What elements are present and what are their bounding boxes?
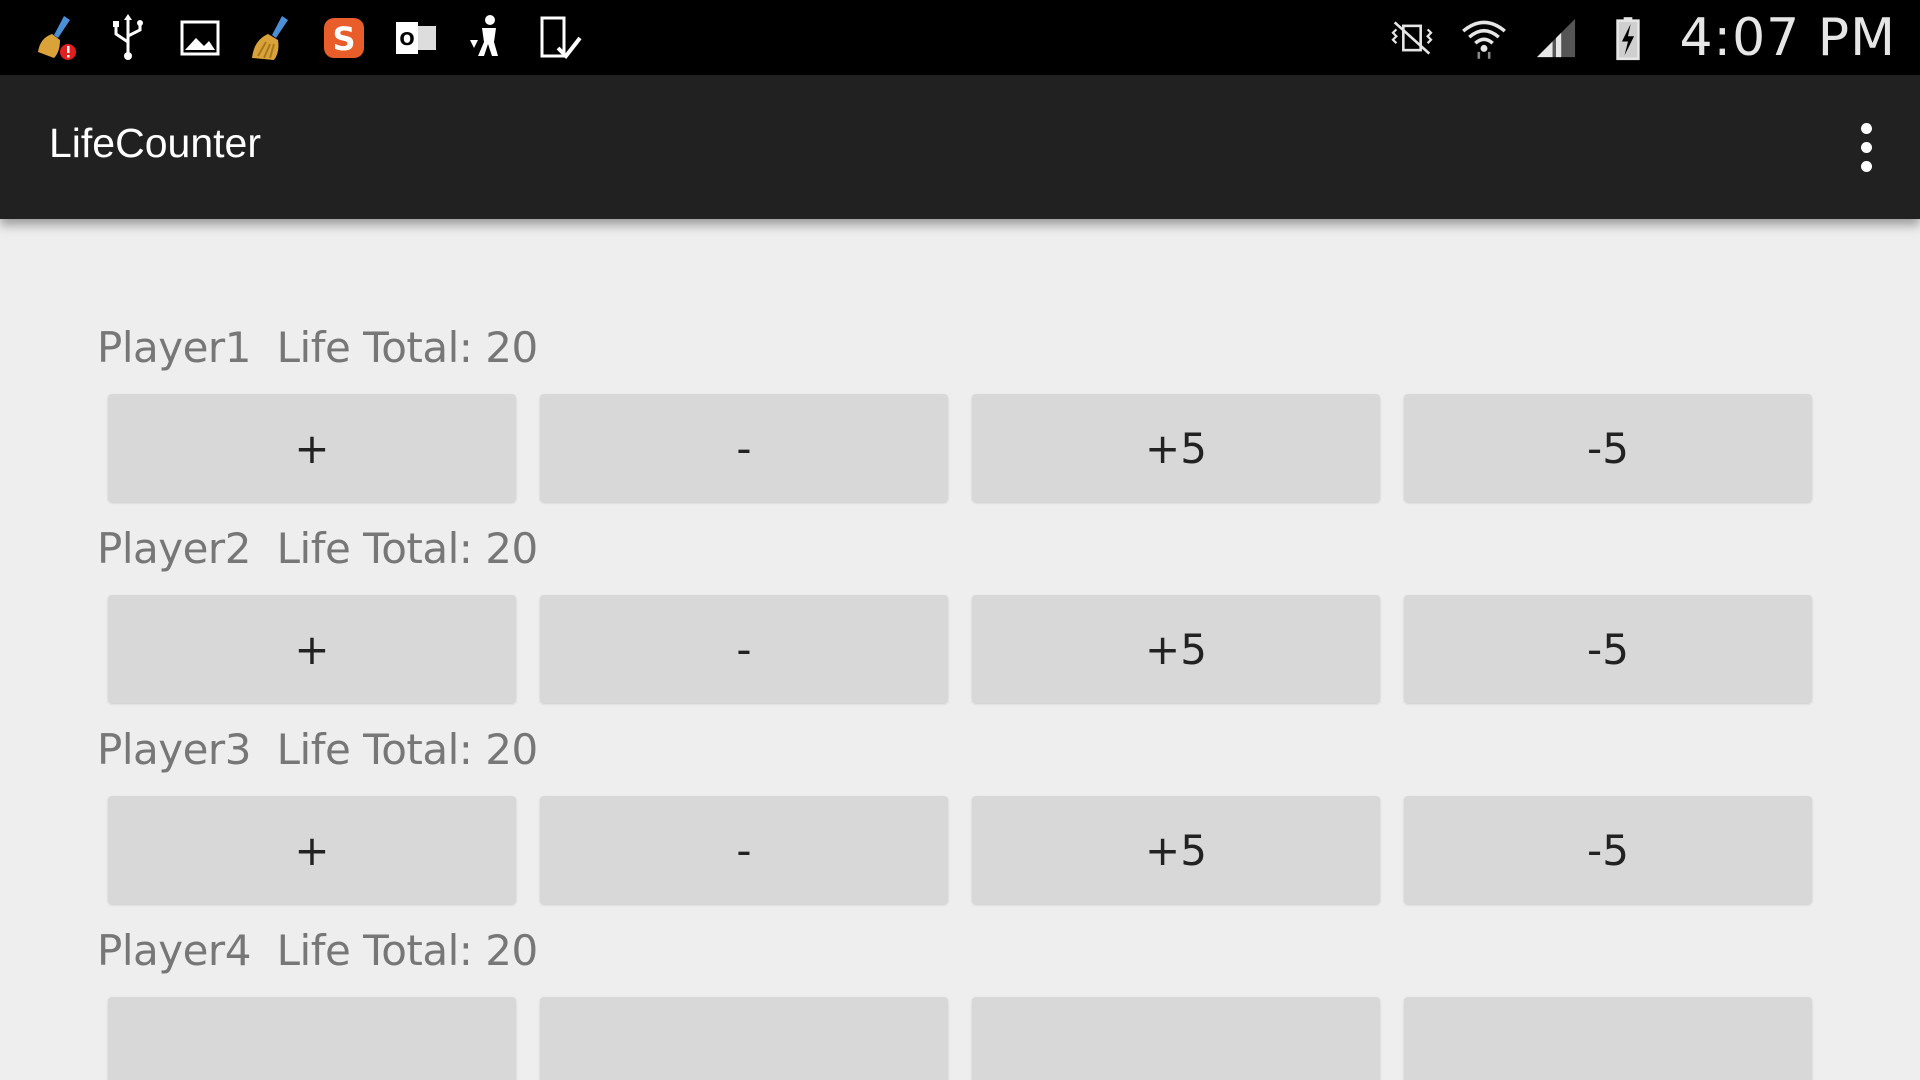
life-total: Life Total: 20 <box>276 725 539 774</box>
player-1-buttons: + - +5 -5 <box>108 394 1812 502</box>
clean-master-icon <box>244 10 299 66</box>
player-3-minus5-button[interactable]: -5 <box>1404 796 1812 904</box>
life-total: Life Total: 20 <box>276 524 539 573</box>
clean-master-alert-icon <box>28 10 83 66</box>
person-download-icon <box>460 10 515 66</box>
player-1-minus-button[interactable]: - <box>540 394 948 502</box>
clock: 4:07 PM <box>1679 8 1896 68</box>
player-2-label: Player2 Life Total: 20 <box>97 524 538 573</box>
player-1-minus5-button[interactable]: -5 <box>1404 394 1812 502</box>
player-1-plus5-button[interactable]: +5 <box>972 394 1380 502</box>
player-2-minus5-button[interactable]: -5 <box>1404 595 1812 703</box>
player-3-minus-button[interactable]: - <box>540 796 948 904</box>
player-name: Player2 <box>97 524 251 573</box>
player-1-label: Player1 Life Total: 20 <box>97 323 538 372</box>
svg-text:S: S <box>332 20 355 58</box>
status-bar: S O 4:07 PM <box>0 0 1920 75</box>
app-title: LifeCounter <box>49 120 261 166</box>
player-4-plus5-button[interactable] <box>972 997 1380 1080</box>
life-total: Life Total: 20 <box>276 323 539 372</box>
device-check-icon <box>532 10 587 66</box>
system-icons: 4:07 PM <box>1381 8 1896 68</box>
overflow-dot <box>1860 160 1872 172</box>
player-name: Player3 <box>97 725 251 774</box>
player-2-plus-button[interactable]: + <box>108 595 516 703</box>
player-2-buttons: + - +5 -5 <box>108 595 1812 703</box>
player-4-minus5-button[interactable] <box>1404 997 1812 1080</box>
battery-charging-icon <box>1597 10 1659 66</box>
overflow-dot <box>1860 141 1872 153</box>
life-total: Life Total: 20 <box>276 926 539 975</box>
player-1-plus-button[interactable]: + <box>108 394 516 502</box>
player-name: Player4 <box>97 926 251 975</box>
player-4-buttons <box>108 997 1812 1080</box>
player-2-minus-button[interactable]: - <box>540 595 948 703</box>
overflow-menu-icon[interactable] <box>1836 111 1896 183</box>
player-2-plus5-button[interactable]: +5 <box>972 595 1380 703</box>
player-3-plus5-button[interactable]: +5 <box>972 796 1380 904</box>
outlook-icon: O <box>388 10 443 66</box>
player-3-buttons: + - +5 -5 <box>108 796 1812 904</box>
player-4-label: Player4 Life Total: 20 <box>97 926 538 975</box>
vibrate-mute-icon <box>1381 10 1443 66</box>
svg-text:O: O <box>399 29 414 50</box>
action-bar: LifeCounter <box>0 75 1920 219</box>
overflow-dot <box>1860 122 1872 134</box>
player-4-minus-button[interactable] <box>540 997 948 1080</box>
notification-icons: S O <box>28 10 587 66</box>
wifi-icon <box>1453 10 1515 66</box>
player-3-plus-button[interactable]: + <box>108 796 516 904</box>
player-3-label: Player3 Life Total: 20 <box>97 725 538 774</box>
player-4-plus-button[interactable] <box>108 997 516 1080</box>
gallery-icon <box>172 10 227 66</box>
swype-icon: S <box>316 10 371 66</box>
player-name: Player1 <box>97 323 251 372</box>
player-list[interactable]: Player1 Life Total: 20 + - +5 -5 Player2… <box>0 219 1920 1080</box>
signal-icon <box>1525 10 1587 66</box>
usb-icon <box>100 10 155 66</box>
